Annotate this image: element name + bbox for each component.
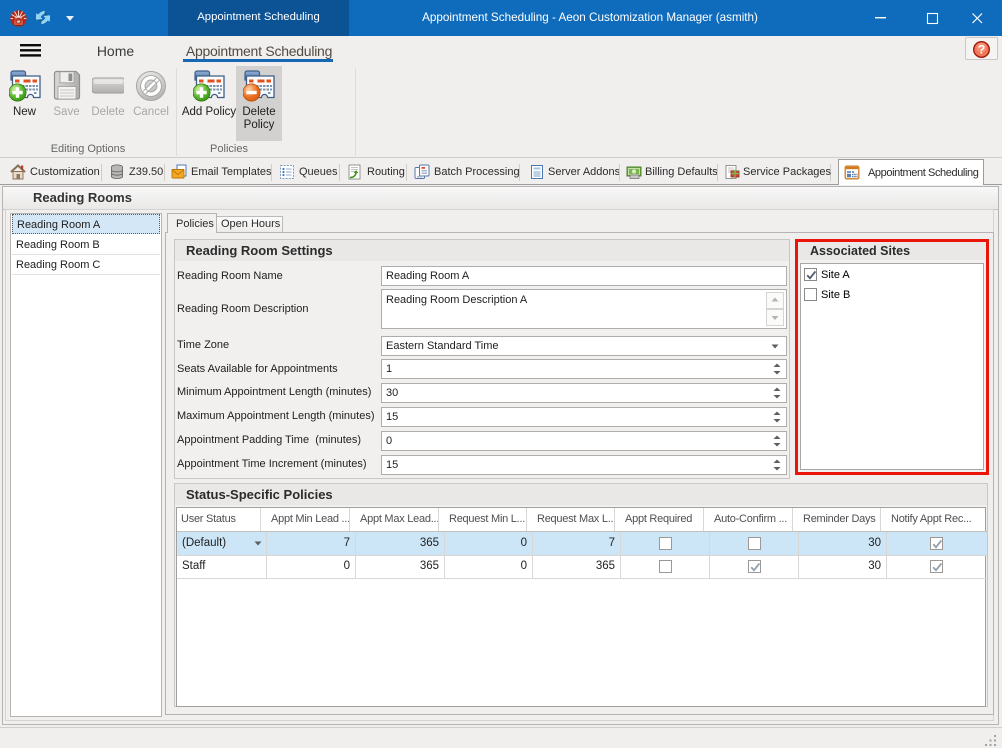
svg-text:?: ?: [978, 43, 985, 57]
